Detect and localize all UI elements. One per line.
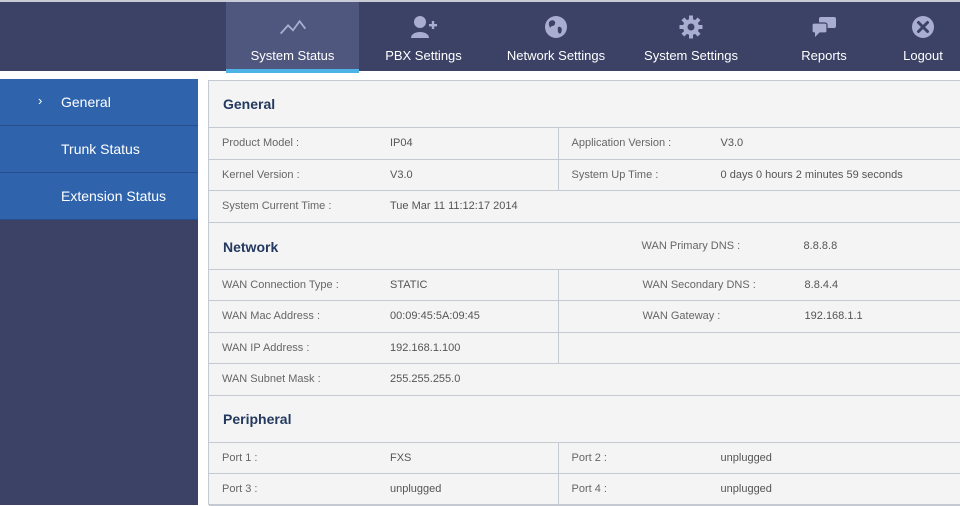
- table-row: System Current Time : Tue Mar 11 11:12:1…: [209, 191, 960, 223]
- field-system-up-time: System Up Time : 0 days 0 hours 2 minute…: [557, 159, 960, 190]
- field-wan-gateway: WAN Gateway : 192.168.1.1: [557, 301, 960, 332]
- field-value: V3.0: [390, 168, 413, 181]
- field-value: 255.255.255.0: [390, 373, 461, 386]
- field-port-3: Port 3 : unplugged: [209, 474, 558, 505]
- table-row: Port 3 : unplugged Port 4 : unplugged: [209, 474, 960, 506]
- sidebar-item-extension-status[interactable]: Extension Status: [0, 173, 198, 220]
- field-value: 8.8.8.8: [803, 239, 838, 252]
- field-value: unplugged: [720, 451, 772, 464]
- field-label: WAN Subnet Mask :: [222, 373, 321, 386]
- section-title-general: General: [209, 81, 960, 128]
- field-label: WAN Connection Type :: [222, 278, 339, 291]
- user-add-icon: [410, 14, 438, 40]
- field-value: STATIC: [390, 278, 428, 291]
- sidebar-item-label: Trunk Status: [61, 141, 140, 157]
- table-row: WAN Connection Type : STATIC WAN Seconda…: [209, 269, 960, 301]
- field-product-model: Product Model : IP04: [209, 128, 558, 159]
- field-label: Port 3 :: [222, 483, 258, 496]
- field-label: Port 4 :: [571, 483, 607, 496]
- nav-label: Reports: [801, 48, 847, 63]
- network-header-row: Network WAN Primary DNS : 8.8.8.8: [209, 223, 960, 270]
- top-navigation-bar: System Status PBX Settings Network Setti…: [0, 0, 960, 73]
- field-wan-connection-type: WAN Connection Type : STATIC: [209, 270, 558, 301]
- nav-tab-pbx-settings[interactable]: PBX Settings: [372, 2, 475, 71]
- section-title-network: Network: [223, 238, 279, 255]
- close-circle-icon: [909, 14, 937, 40]
- nav-label: PBX Settings: [385, 48, 462, 63]
- nav-tab-network-settings[interactable]: Network Settings: [500, 2, 612, 71]
- table-row: WAN IP Address : 192.168.1.100: [209, 332, 960, 364]
- field-label: WAN Secondary DNS :: [642, 278, 756, 291]
- field-label: Application Version :: [571, 137, 672, 150]
- field-value: V3.0: [720, 137, 744, 150]
- field-wan-primary-dns: WAN Primary DNS : 8.8.8.8: [558, 223, 960, 269]
- sidebar-item-general[interactable]: › General: [0, 79, 198, 126]
- field-value: 0 days 0 hours 2 minutes 59 seconds: [720, 168, 903, 181]
- field-wan-ip-address: WAN IP Address : 192.168.1.100: [209, 333, 558, 364]
- chevron-right-icon: ›: [38, 93, 43, 108]
- field-label: Port 1 :: [222, 451, 258, 464]
- field-application-version: Application Version : V3.0: [557, 128, 960, 159]
- empty-cell: [557, 332, 960, 363]
- field-port-4: Port 4 : unplugged: [557, 474, 960, 505]
- sidebar: › General Trunk Status Extension Status: [0, 71, 198, 505]
- field-value: Tue Mar 11 11:12:17 2014: [390, 200, 518, 213]
- field-label: WAN Primary DNS :: [641, 239, 741, 252]
- field-kernel-version: Kernel Version : V3.0: [209, 160, 558, 191]
- field-wan-secondary-dns: WAN Secondary DNS : 8.8.4.4: [557, 269, 960, 300]
- nav-label: System Status: [250, 48, 335, 63]
- field-value: IP04: [390, 137, 413, 150]
- table-row: Port 1 : FXS Port 2 : unplugged: [209, 442, 960, 474]
- field-port-2: Port 2 : unplugged: [557, 442, 960, 473]
- field-value: 192.168.1.100: [390, 341, 461, 354]
- table-row: Kernel Version : V3.0 System Up Time : 0…: [209, 159, 960, 191]
- field-label: WAN Mac Address :: [222, 310, 321, 323]
- field-system-current-time: System Current Time : Tue Mar 11 11:12:1…: [209, 191, 558, 222]
- field-label: Kernel Version :: [222, 168, 300, 181]
- field-value: 192.168.1.1: [804, 310, 863, 323]
- field-label: WAN Gateway :: [642, 310, 721, 323]
- field-wan-subnet-mask: WAN Subnet Mask : 255.255.255.0: [209, 364, 558, 395]
- field-label: System Current Time :: [222, 200, 332, 213]
- field-wan-mac-address: WAN Mac Address : 00:09:45:5A:09:45: [209, 301, 558, 332]
- table-row: WAN Mac Address : 00:09:45:5A:09:45 WAN …: [209, 301, 960, 333]
- nav-label: System Settings: [644, 48, 738, 63]
- section-title-peripheral: Peripheral: [209, 396, 960, 443]
- field-value: FXS: [390, 451, 412, 464]
- field-value: 8.8.4.4: [804, 278, 839, 291]
- table-row: Product Model : IP04 Application Version…: [209, 128, 960, 160]
- chart-line-icon: [279, 14, 307, 40]
- chat-bubbles-icon: [810, 14, 838, 40]
- field-label: System Up Time :: [571, 168, 659, 181]
- field-label: Port 2 :: [571, 451, 607, 464]
- nav-label: Network Settings: [506, 48, 606, 63]
- sidebar-item-trunk-status[interactable]: Trunk Status: [0, 126, 198, 173]
- sidebar-item-label: Extension Status: [61, 188, 167, 204]
- globe-icon: [542, 14, 570, 40]
- field-value: unplugged: [720, 483, 772, 496]
- table-row: WAN Subnet Mask : 255.255.255.0: [209, 364, 960, 396]
- field-port-1: Port 1 : FXS: [209, 443, 558, 474]
- nav-tab-system-settings[interactable]: System Settings: [637, 2, 745, 71]
- nav-label: Logout: [903, 48, 943, 63]
- field-value: 00:09:45:5A:09:45: [390, 310, 480, 323]
- sidebar-item-label: General: [61, 94, 111, 110]
- nav-tab-system-status[interactable]: System Status: [226, 2, 359, 73]
- content-gutter: [198, 71, 208, 505]
- gear-icon: [677, 14, 705, 40]
- field-label: WAN IP Address :: [222, 341, 310, 354]
- sidebar-spacer: [0, 71, 198, 79]
- field-label: Product Model :: [222, 137, 300, 150]
- field-value: unplugged: [390, 483, 442, 496]
- status-panel: General Product Model : IP04 Application…: [208, 80, 960, 506]
- nav-tab-logout[interactable]: Logout: [895, 2, 951, 71]
- nav-tab-reports[interactable]: Reports: [795, 2, 853, 71]
